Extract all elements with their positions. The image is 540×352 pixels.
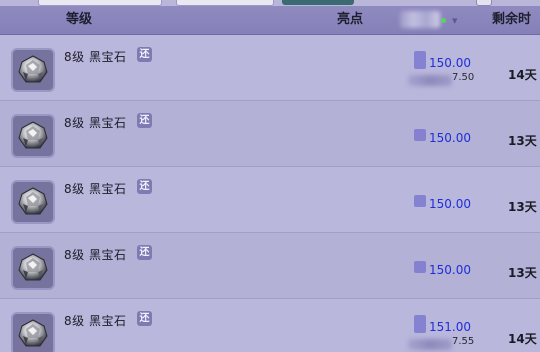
tradable-badge: 还 [137,245,152,260]
item-price: 150.00 [429,131,471,145]
item-slot[interactable] [11,246,55,290]
listing-row[interactable]: 8级 黑宝石 还 150.00 13天 [0,233,540,299]
item-name: 8级 黑宝石 [64,50,127,64]
item-price: 150.00 [429,197,471,211]
item-name: 8级 黑宝石 [64,182,127,196]
currency-icon [414,195,426,207]
item-price: 151.00 [429,320,471,334]
listing-row[interactable]: 8级 黑宝石 还 150.00 7.50 14天 [0,35,540,101]
tradable-badge: 还 [137,179,152,194]
search-button[interactable] [282,0,354,5]
remaining-time: 13天 [508,134,537,148]
listing-row[interactable]: 8级 黑宝石 还 151.00 7.55 14天 [0,299,540,352]
black-gem-icon [18,55,48,83]
listing-row[interactable]: 8级 黑宝石 还 150.00 13天 [0,167,540,233]
currency-icon [414,261,426,273]
sort-icon[interactable]: ▾ [452,14,462,28]
item-slot[interactable] [11,312,55,352]
table-header: 等级 亮点 ▾ 剩余时间 [0,6,540,55]
black-gem-icon [18,253,48,281]
tradable-badge: 还 [137,113,152,128]
currency-icon [414,315,426,333]
remaining-time: 13天 [508,266,537,280]
item-slot[interactable] [11,180,55,224]
unit-price-label [408,339,452,350]
item-slot[interactable] [11,114,55,158]
column-grade[interactable]: 等级 [66,6,92,34]
item-price: 150.00 [429,263,471,277]
status-dot-icon [441,18,446,23]
listing-table: 8级 黑宝石 还 150.00 7.50 14天 8级 黑宝石 还 150.00… [0,35,540,352]
item-name: 8级 黑宝石 [64,116,127,130]
currency-icon [414,129,426,141]
market-window: 等级 亮点 ▾ 剩余时间 8级 黑宝石 还 150.00 7.50 14天 [0,0,540,352]
remaining-time: 13天 [508,200,537,214]
black-gem-icon [18,319,48,347]
item-name: 8级 黑宝石 [64,248,127,262]
tradable-badge: 还 [137,47,152,62]
column-highlight[interactable]: 亮点 [337,6,363,34]
tradable-badge: 还 [137,311,152,326]
unit-price-label [408,75,452,86]
listing-row[interactable]: 8级 黑宝石 还 150.00 13天 [0,101,540,167]
item-price: 150.00 [429,56,471,70]
remaining-time: 14天 [508,332,537,346]
price-column-header[interactable] [400,11,440,28]
item-name: 8级 黑宝石 [64,314,127,328]
remaining-time: 14天 [508,68,537,82]
currency-icon [414,51,426,69]
black-gem-icon [18,121,48,149]
unit-price: 7.50 [452,72,475,83]
unit-price: 7.55 [452,336,475,347]
black-gem-icon [18,187,48,215]
item-slot[interactable] [11,48,55,92]
